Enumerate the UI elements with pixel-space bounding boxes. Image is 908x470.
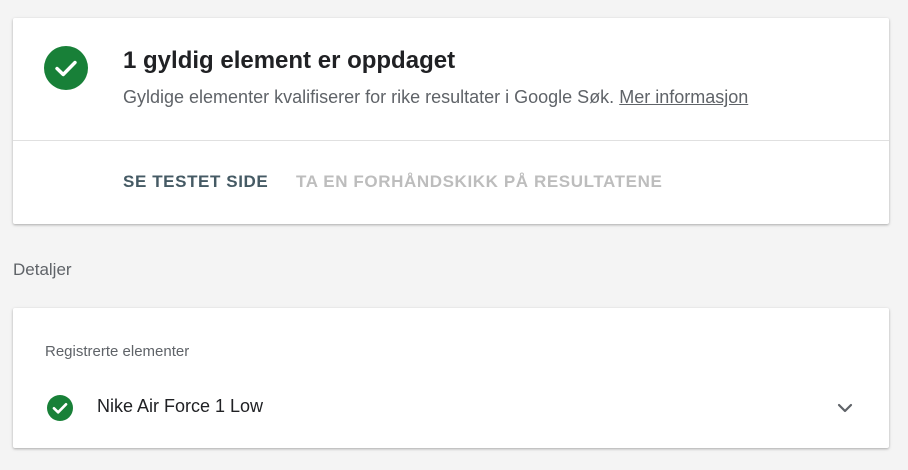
summary-title: 1 gyldig element er oppdaget bbox=[123, 47, 456, 74]
detected-item-row[interactable]: Nike Air Force 1 Low bbox=[13, 384, 889, 432]
view-tested-page-button[interactable]: SE TESTET SIDE bbox=[123, 172, 268, 192]
check-circle-icon bbox=[47, 395, 73, 421]
check-circle-icon bbox=[44, 46, 88, 90]
detected-items-card: Registrerte elementer Nike Air Force 1 L… bbox=[13, 308, 889, 448]
chevron-down-icon[interactable] bbox=[835, 398, 855, 418]
summary-description: Gyldige elementer kvalifiserer for rike … bbox=[123, 87, 748, 108]
summary-description-text: Gyldige elementer kvalifiserer for rike … bbox=[123, 87, 615, 107]
summary-header: 1 gyldig element er oppdaget Gyldige ele… bbox=[13, 18, 889, 140]
summary-card: 1 gyldig element er oppdaget Gyldige ele… bbox=[13, 18, 889, 224]
detected-items-label: Registrerte elementer bbox=[45, 343, 190, 360]
divider bbox=[13, 140, 889, 141]
preview-results-button: TA EN FORHÅNDSKIKK PÅ RESULTATENE bbox=[296, 172, 663, 191]
details-heading: Detaljer bbox=[13, 260, 72, 279]
learn-more-link[interactable]: Mer informasjon bbox=[619, 87, 748, 107]
detected-item-name: Nike Air Force 1 Low bbox=[97, 396, 264, 416]
